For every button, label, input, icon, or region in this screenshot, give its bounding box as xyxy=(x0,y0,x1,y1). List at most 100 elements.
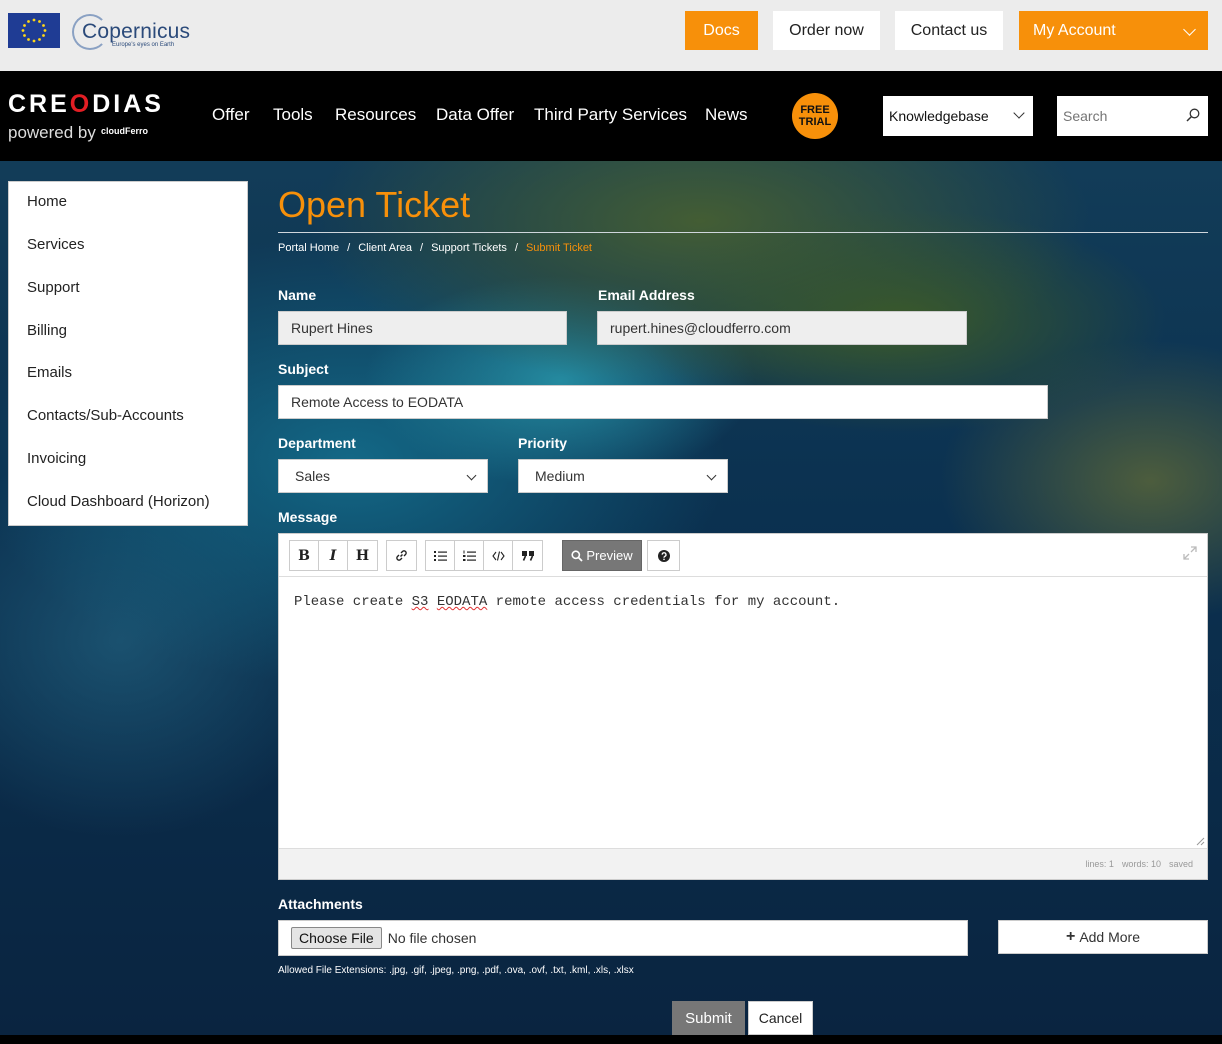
sidebar-item-emails[interactable]: Emails xyxy=(27,364,72,381)
priority-select[interactable]: Medium xyxy=(518,459,728,493)
preview-button-label: Preview xyxy=(586,548,633,563)
preview-button[interactable]: Preview xyxy=(562,540,642,571)
department-select-value: Sales xyxy=(295,468,331,484)
quote-icon xyxy=(521,550,534,561)
search-icon[interactable] xyxy=(1186,108,1200,122)
nav-item-offer[interactable]: Offer xyxy=(212,105,249,125)
sidebar-item-home[interactable]: Home xyxy=(27,193,67,210)
code-button[interactable] xyxy=(484,541,513,570)
bold-button[interactable]: B xyxy=(290,541,319,570)
top-bar: Copernicus Europe's eyes on Earth Docs O… xyxy=(0,0,1222,71)
chevron-down-icon xyxy=(706,470,717,481)
breadcrumb-submit-ticket: Submit Ticket xyxy=(525,242,592,254)
add-more-label: Add More xyxy=(1079,929,1141,945)
creodias-logo[interactable]: CREODIAS xyxy=(8,90,164,119)
message-label: Message xyxy=(278,509,338,525)
fullscreen-icon[interactable] xyxy=(1183,546,1197,560)
cancel-button[interactable]: Cancel xyxy=(748,1001,813,1035)
logo-text-start: CRE xyxy=(8,90,70,118)
department-label: Department xyxy=(278,435,356,451)
numbered-list-icon xyxy=(462,550,476,561)
message-word-s3: S3 xyxy=(411,594,429,610)
editor-statusbar: lines: 1 words: 10 saved xyxy=(279,848,1207,879)
list-button-group xyxy=(425,540,543,571)
chevron-down-icon xyxy=(466,470,477,481)
sidebar-item-invoicing[interactable]: Invoicing xyxy=(27,450,86,467)
link-button-group xyxy=(386,540,417,571)
editor-status: lines: 1 words: 10 saved xyxy=(1077,859,1193,869)
nav-item-third-party-services[interactable]: Third Party Services xyxy=(534,105,687,125)
chevron-down-icon xyxy=(1013,107,1025,119)
docs-button[interactable]: Docs xyxy=(685,11,758,50)
sidebar-item-support[interactable]: Support xyxy=(27,279,80,296)
sidebar-item-contacts[interactable]: Contacts/Sub-Accounts xyxy=(27,407,184,424)
link-button[interactable] xyxy=(387,541,416,570)
submit-button[interactable]: Submit xyxy=(672,1001,745,1035)
link-icon xyxy=(396,550,407,561)
nav-item-resources[interactable]: Resources xyxy=(335,105,416,125)
my-account-dropdown[interactable]: My Account xyxy=(1019,11,1208,50)
name-field[interactable]: Rupert Hines xyxy=(278,311,567,345)
eu-flag-logo xyxy=(8,13,60,48)
subject-input[interactable]: Remote Access to EODATA xyxy=(278,385,1048,419)
free-trial-line2: TRIAL xyxy=(798,116,832,128)
sidebar-item-billing[interactable]: Billing xyxy=(27,322,67,339)
breadcrumb-client-area[interactable]: Client Area xyxy=(358,242,412,254)
bullet-list-button[interactable] xyxy=(426,541,455,570)
question-circle-icon xyxy=(657,549,670,562)
numbered-list-button[interactable] xyxy=(455,541,484,570)
search-input[interactable] xyxy=(1057,96,1181,136)
name-label: Name xyxy=(278,287,317,303)
breadcrumb-portal-home[interactable]: Portal Home xyxy=(278,242,339,254)
order-now-button[interactable]: Order now xyxy=(773,11,880,50)
copernicus-logo[interactable]: Copernicus Europe's eyes on Earth xyxy=(72,12,190,52)
bullet-list-icon xyxy=(433,551,447,561)
search-box xyxy=(1057,96,1208,136)
powered-by-text: powered by xyxy=(8,123,96,142)
editor-toolbar: B I H Preview xyxy=(279,534,1207,577)
status-words: words: 10 xyxy=(1121,859,1161,869)
file-input-status: No file chosen xyxy=(387,930,477,946)
copernicus-tagline: Europe's eyes on Earth xyxy=(112,42,175,48)
nav-item-tools[interactable]: Tools xyxy=(273,105,313,125)
free-trial-badge[interactable]: FREE TRIAL xyxy=(792,93,838,139)
breadcrumb-separator: / xyxy=(420,242,424,254)
knowledgebase-select[interactable]: Knowledgebase xyxy=(883,96,1033,136)
format-button-group: B I H xyxy=(289,540,378,571)
message-text-space xyxy=(428,594,436,610)
nav-item-data-offer[interactable]: Data Offer xyxy=(436,105,514,125)
priority-label: Priority xyxy=(518,435,568,451)
page-title: Open Ticket xyxy=(278,184,471,225)
department-select[interactable]: Sales xyxy=(278,459,488,493)
status-lines: lines: 1 xyxy=(1085,859,1114,869)
message-text-end: remote access credentials for my account… xyxy=(487,594,841,610)
quote-button[interactable] xyxy=(513,541,542,570)
contact-us-button[interactable]: Contact us xyxy=(895,11,1003,50)
heading-button[interactable]: H xyxy=(348,541,377,570)
message-textarea[interactable]: Please create S3 EODATA remote access cr… xyxy=(294,594,840,610)
breadcrumb-support-tickets[interactable]: Support Tickets xyxy=(431,242,507,254)
email-field[interactable]: rupert.hines@cloudferro.com xyxy=(597,311,967,345)
logo-text-end: DIAS xyxy=(92,90,164,118)
help-button[interactable] xyxy=(647,540,680,571)
choose-file-button[interactable]: Choose File xyxy=(291,927,382,949)
copernicus-wordmark: Copernicus xyxy=(82,20,191,43)
email-label: Email Address xyxy=(598,287,695,303)
add-more-button[interactable]: + Add More xyxy=(998,920,1208,954)
nav-item-news[interactable]: News xyxy=(705,105,748,125)
knowledgebase-select-value: Knowledgebase xyxy=(889,108,989,124)
breadcrumb-separator: / xyxy=(514,242,518,254)
allowed-extensions-text: Allowed File Extensions: .jpg, .gif, .jp… xyxy=(278,965,634,976)
priority-select-value: Medium xyxy=(535,468,585,484)
sidebar-item-cloud-dashboard[interactable]: Cloud Dashboard (Horizon) xyxy=(27,493,210,510)
message-text-start: Please create xyxy=(294,594,412,610)
italic-button[interactable]: I xyxy=(319,541,348,570)
eu-stars-icon xyxy=(21,18,47,43)
chevron-down-icon xyxy=(1183,23,1196,36)
cloudferro-logo: cloudFerro xyxy=(101,126,149,136)
bottom-strip xyxy=(0,1035,1222,1044)
my-account-label: My Account xyxy=(1033,21,1116,39)
code-icon xyxy=(491,550,505,561)
sidebar-item-services[interactable]: Services xyxy=(27,236,85,253)
resize-grip-icon[interactable] xyxy=(1195,836,1205,846)
